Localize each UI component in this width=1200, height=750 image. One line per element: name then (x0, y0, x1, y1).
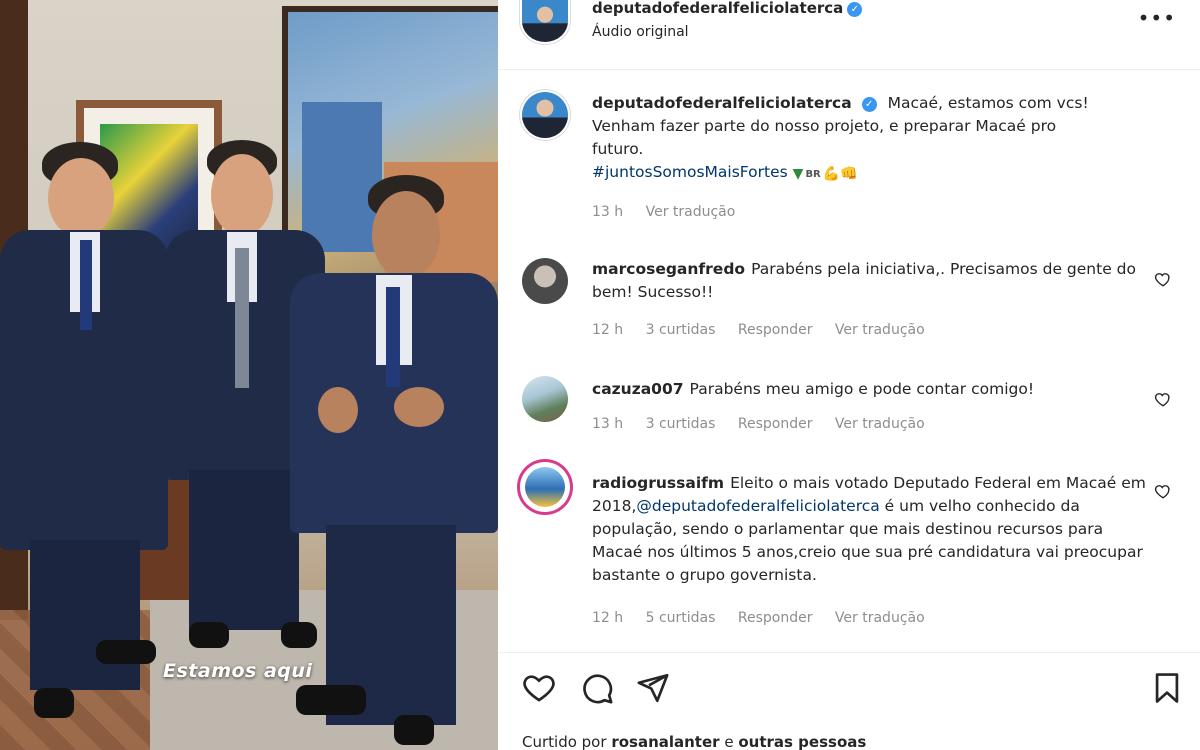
verified-badge-icon: ✓ (847, 2, 863, 17)
reply-link[interactable]: Responder (738, 416, 813, 432)
hand (394, 387, 444, 427)
comment-item: marcoseganfredo Parabéns pela iniciativa,… (522, 258, 1172, 338)
liked-by-summary[interactable]: Curtido por rosanalanter e outras pessoa… (522, 733, 866, 750)
post-actions-bar: Curtido por rosanalanter e outras pessoa… (498, 652, 1200, 750)
comments-list[interactable]: deputadofederalfeliciolaterca ✓ Macaé, es… (498, 70, 1200, 652)
comment-meta: 13 h 3 curtidas Responder Ver tradução (592, 416, 943, 432)
post-side-panel: deputadofederalfeliciolaterca ✓ Áudio ori… (498, 0, 1200, 750)
comment-text: cazuza007 Parabéns meu amigo e pode conta… (592, 378, 1152, 401)
author-avatar[interactable] (522, 0, 568, 42)
comment-text: radiogrussaifm Eleito o mais votado Deput… (592, 472, 1152, 587)
post-media-video[interactable]: Estamos aqui (0, 0, 498, 750)
comment-meta: 12 h 5 curtidas Responder Ver tradução (592, 610, 943, 626)
liked-by-others[interactable]: outras pessoas (738, 733, 866, 750)
see-translation-link[interactable]: Ver tradução (835, 416, 925, 432)
comment-like-heart-icon[interactable] (1154, 270, 1172, 288)
comment-likes-count[interactable]: 3 curtidas (646, 322, 716, 338)
heart-icon[interactable] (522, 671, 556, 705)
liked-by-suffix: e (724, 733, 734, 750)
commenter-username[interactable]: cazuza007 (592, 380, 684, 398)
shoe (296, 685, 366, 715)
comment-body: Parabéns meu amigo e pode contar comigo! (689, 380, 1035, 398)
comment-time: 13 h (592, 416, 624, 432)
author-username[interactable]: deputadofederalfeliciolaterca (592, 0, 843, 17)
reply-link[interactable]: Responder (738, 322, 813, 338)
legs (30, 540, 140, 690)
face (372, 191, 440, 279)
commenter-username[interactable]: radiogrussaifm (592, 474, 724, 492)
author-avatar[interactable] (522, 92, 568, 138)
comment-likes-count[interactable]: 5 curtidas (646, 610, 716, 626)
caption-meta: 13 h Ver tradução (592, 204, 753, 220)
verified-badge-icon: ✓ (861, 97, 877, 112)
caption-line-3: futuro. (592, 140, 644, 158)
comment-likes-count[interactable]: 3 curtidas (646, 416, 716, 432)
person-left (0, 140, 170, 740)
commenter-avatar[interactable] (520, 462, 570, 512)
tie (80, 240, 92, 330)
post-header: deputadofederalfeliciolaterca ✓ Áudio ori… (498, 0, 1200, 70)
bookmark-icon[interactable] (1150, 671, 1184, 705)
header-user-block: deputadofederalfeliciolaterca ✓ (592, 0, 863, 17)
more-options-icon[interactable]: ••• (1138, 6, 1176, 30)
br-emoji-icon: BR (805, 169, 821, 180)
comment-item: cazuza007 Parabéns meu amigo e pode conta… (522, 376, 1172, 446)
face (211, 154, 273, 236)
commenter-username[interactable]: marcoseganfredo (592, 260, 745, 278)
mention-link[interactable]: @deputadofederalfeliciolaterca (636, 497, 879, 515)
comment-icon[interactable] (580, 671, 614, 705)
commenter-avatar[interactable] (522, 376, 568, 422)
shoe (34, 688, 74, 718)
station-logo (525, 467, 565, 507)
share-icon[interactable] (636, 671, 670, 705)
audio-label[interactable]: Áudio original (592, 24, 689, 40)
comment-item: radiogrussaifm Eleito o mais votado Deput… (520, 462, 1172, 634)
see-translation-link[interactable]: Ver tradução (646, 204, 736, 220)
comment-time: 12 h (592, 610, 624, 626)
legs (189, 470, 299, 630)
fist-emoji-icon: 👊 (840, 166, 858, 182)
reply-link[interactable]: Responder (738, 610, 813, 626)
face (48, 158, 114, 238)
video-caption: Estamos aqui (163, 660, 313, 682)
leaf-emoji-icon: ▼ (792, 166, 804, 182)
post-caption: deputadofederalfeliciolaterca ✓ Macaé, es… (522, 92, 1172, 232)
shoe (189, 622, 229, 648)
hand (318, 387, 358, 433)
caption-time: 13 h (592, 204, 624, 220)
liked-by-user[interactable]: rosanalanter (611, 733, 719, 750)
see-translation-link[interactable]: Ver tradução (835, 322, 925, 338)
comment-meta: 12 h 3 curtidas Responder Ver tradução (592, 322, 943, 338)
caption-text: deputadofederalfeliciolaterca ✓ Macaé, es… (592, 92, 1152, 186)
shoe (96, 640, 156, 664)
caption-line-2: Venham fazer parte do nosso projeto, e p… (592, 117, 1057, 135)
comment-text: marcoseganfredo Parabéns pela iniciativa,… (592, 258, 1152, 304)
tie (386, 287, 400, 387)
tie (235, 248, 249, 388)
commenter-avatar[interactable] (522, 258, 568, 304)
see-translation-link[interactable]: Ver tradução (835, 610, 925, 626)
shoe (394, 715, 434, 745)
comment-like-heart-icon[interactable] (1154, 482, 1172, 500)
person-right (290, 175, 498, 750)
caption-username[interactable]: deputadofederalfeliciolaterca (592, 94, 852, 112)
flexed-biceps-emoji-icon: 💪 (822, 166, 841, 182)
hashtag-link[interactable]: #juntosSomosMaisFortes (592, 163, 788, 181)
caption-line-1: Macaé, estamos com vcs! (887, 94, 1089, 112)
comment-like-heart-icon[interactable] (1154, 390, 1172, 408)
liked-by-prefix: Curtido por (522, 733, 607, 750)
comment-time: 12 h (592, 322, 624, 338)
